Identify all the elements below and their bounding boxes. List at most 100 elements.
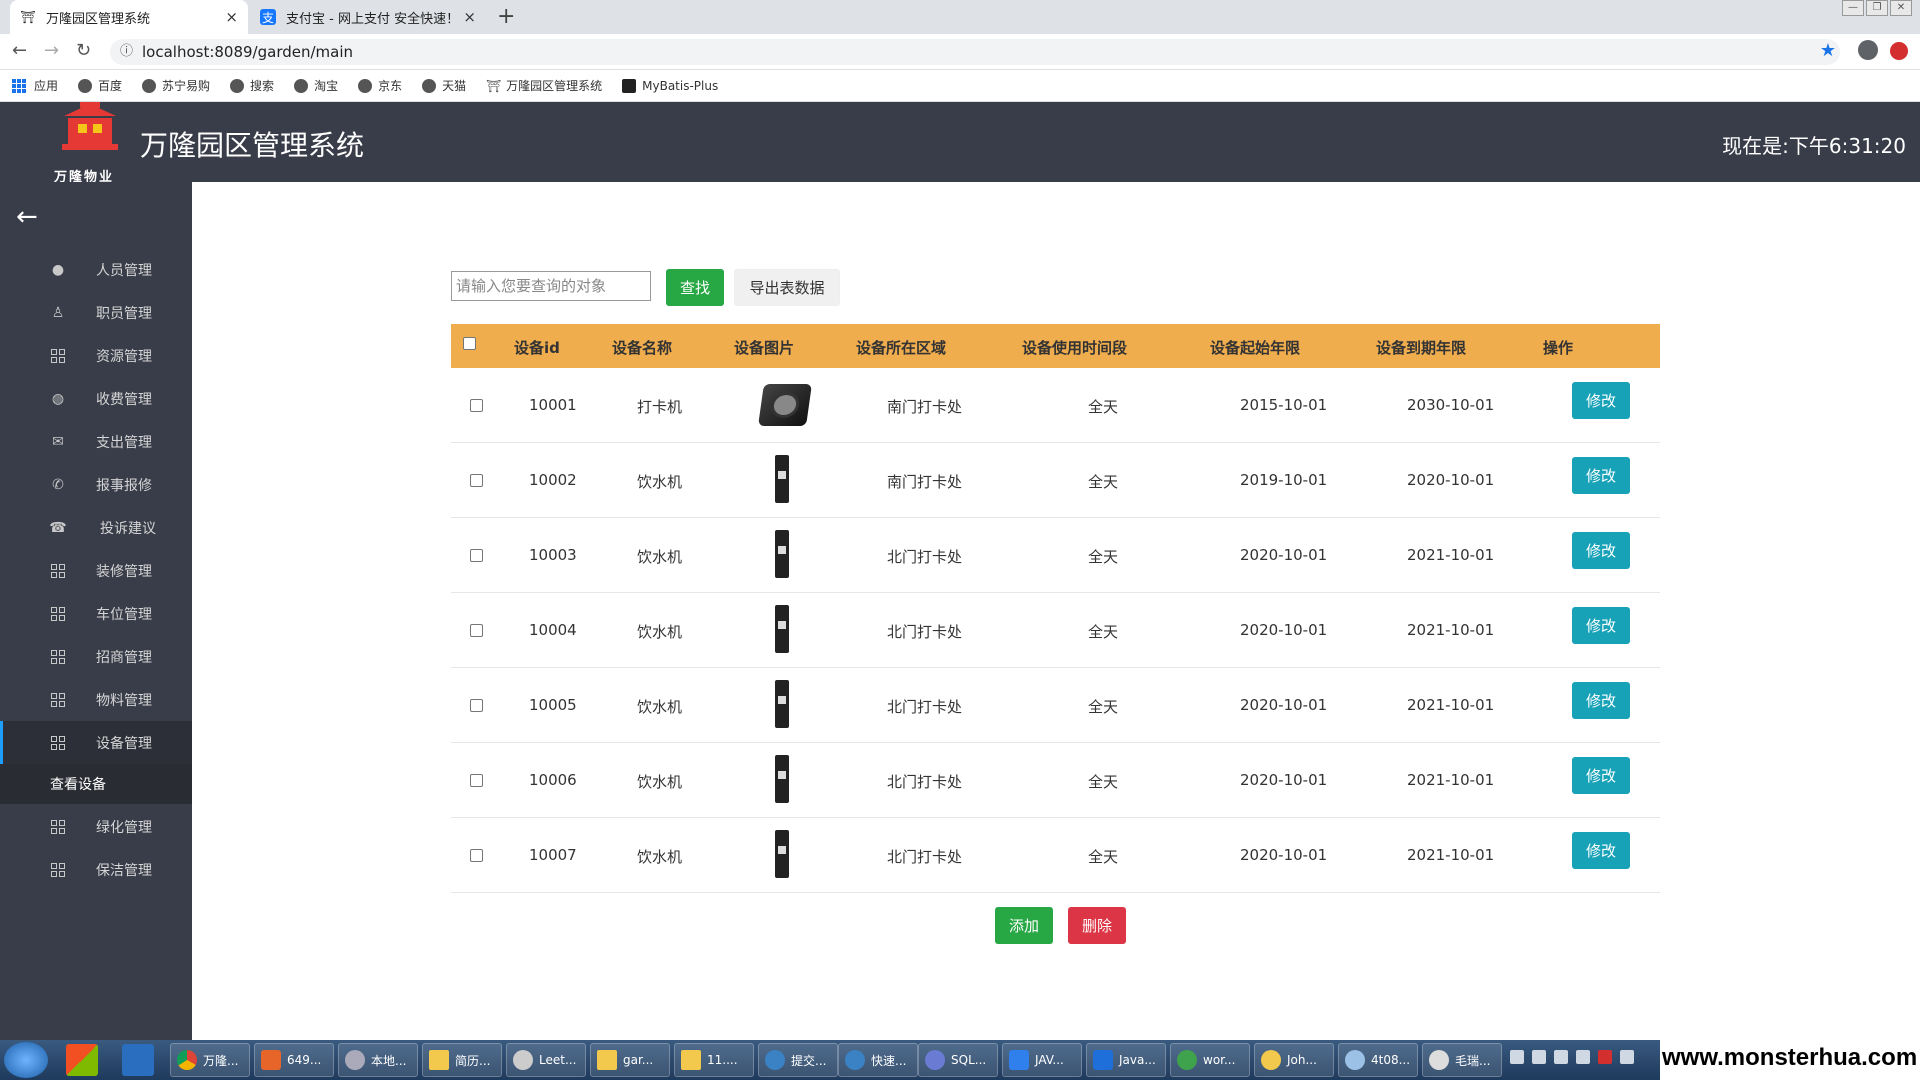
task-label: 649... <box>287 1053 322 1067</box>
taskbar-task[interactable]: 4t08... <box>1338 1043 1418 1077</box>
row-checkbox[interactable] <box>470 474 483 487</box>
row-checkbox[interactable] <box>470 549 483 562</box>
bookmark-search[interactable]: 搜索 <box>230 77 274 94</box>
tray-icon[interactable] <box>1620 1050 1634 1064</box>
close-tab-icon[interactable]: × <box>225 8 238 26</box>
sidebar-item-decoration[interactable]: 装修管理 <box>0 549 192 592</box>
edit-button[interactable]: 修改 <box>1572 682 1630 719</box>
taskbar-task[interactable]: 毛瑞... <box>1422 1043 1502 1077</box>
account-icon[interactable] <box>1858 40 1878 60</box>
tray-icon[interactable] <box>1576 1050 1590 1064</box>
search-button[interactable]: 查找 <box>666 269 724 306</box>
device-start: 2019-10-01 <box>1240 471 1328 489</box>
info-icon[interactable]: ⓘ <box>120 39 133 65</box>
minimize-icon[interactable]: — <box>1842 0 1864 16</box>
sidebar-item-expenses[interactable]: ✉ 支出管理 <box>0 420 192 463</box>
office-icon[interactable] <box>66 1044 98 1076</box>
sidebar-item-repairs[interactable]: ✆ 报事报修 <box>0 463 192 506</box>
edit-button[interactable]: 修改 <box>1572 832 1630 869</box>
grid-icon <box>50 563 66 579</box>
bookmark-garden[interactable]: ⛩ 万隆园区管理系统 <box>486 77 602 94</box>
taskbar-task[interactable]: gar... <box>590 1043 670 1077</box>
close-window-icon[interactable]: ✕ <box>1890 0 1912 16</box>
tray-icon[interactable] <box>1598 1050 1612 1064</box>
sidebar-item-investment[interactable]: 招商管理 <box>0 635 192 678</box>
tab-alipay[interactable]: 支 支付宝 - 网上支付 安全快速！ × <box>250 0 486 34</box>
tab-garden-system[interactable]: ⛩ 万隆园区管理系统 × <box>10 0 248 34</box>
sidebar-item-fees[interactable]: ◍ 收费管理 <box>0 377 192 420</box>
export-button[interactable]: 导出表数据 <box>734 269 840 306</box>
extension-icon[interactable] <box>1890 42 1908 60</box>
sidebar-item-label: 支出管理 <box>96 434 152 451</box>
sidebar-item-personnel[interactable]: ● 人员管理 <box>0 248 192 291</box>
add-button[interactable]: 添加 <box>995 907 1053 944</box>
ie-icon[interactable] <box>122 1044 154 1076</box>
taskbar-task[interactable]: 快速... <box>838 1043 918 1077</box>
row-checkbox[interactable] <box>470 624 483 637</box>
taskbar-task[interactable]: 本地... <box>338 1043 418 1077</box>
row-checkbox[interactable] <box>470 699 483 712</box>
garden-favicon-icon: ⛩ <box>486 78 502 93</box>
edit-button[interactable]: 修改 <box>1572 457 1630 494</box>
bookmark-mybatis[interactable]: MyBatis-Plus <box>622 78 718 93</box>
sidebar-item-parking[interactable]: 车位管理 <box>0 592 192 635</box>
sidebar-item-resources[interactable]: 资源管理 <box>0 334 192 377</box>
sidebar-item-label: 收费管理 <box>96 391 152 408</box>
tray-icon[interactable] <box>1510 1050 1524 1064</box>
taskbar-task[interactable]: 简历... <box>422 1043 502 1077</box>
taskbar-task[interactable]: Joh... <box>1254 1043 1334 1077</box>
row-checkbox[interactable] <box>470 849 483 862</box>
bookmark-suning[interactable]: 苏宁易购 <box>142 77 210 94</box>
bookmark-apps[interactable]: 应用 <box>12 77 58 94</box>
row-checkbox[interactable] <box>470 774 483 787</box>
delete-button[interactable]: 删除 <box>1068 907 1126 944</box>
bookmark-jd[interactable]: 京东 <box>358 77 402 94</box>
bookmark-tmall[interactable]: 天猫 <box>422 77 466 94</box>
taskbar-task[interactable]: Leet... <box>506 1043 586 1077</box>
restore-icon[interactable]: ❐ <box>1866 0 1888 16</box>
taskbar-task[interactable]: 提交... <box>758 1043 838 1077</box>
bookmark-label: 搜索 <box>250 79 275 93</box>
bookmark-baidu[interactable]: 百度 <box>78 77 122 94</box>
new-tab-icon[interactable]: + <box>497 4 515 29</box>
taskbar-task[interactable]: JAV... <box>1002 1043 1082 1077</box>
sidebar-item-materials[interactable]: 物料管理 <box>0 678 192 721</box>
sidebar-item-staff[interactable]: ♙ 职员管理 <box>0 291 192 334</box>
start-button-icon[interactable] <box>4 1042 48 1078</box>
back-arrow-icon[interactable]: ← <box>16 202 38 232</box>
sidebar-item-greening[interactable]: 绿化管理 <box>0 805 192 848</box>
sidebar-item-complaints[interactable]: ☎ 投诉建议 <box>0 506 192 549</box>
sidebar-item-label: 招商管理 <box>96 649 152 666</box>
edit-button[interactable]: 修改 <box>1572 532 1630 569</box>
pdf-icon <box>261 1050 281 1070</box>
bookmark-star-icon[interactable]: ★ <box>1820 40 1836 61</box>
back-icon[interactable]: ← <box>12 40 27 61</box>
taskbar-task[interactable]: 649... <box>254 1043 334 1077</box>
edit-button[interactable]: 修改 <box>1572 382 1630 419</box>
taskbar-task[interactable]: 万隆... <box>170 1043 250 1077</box>
edit-button[interactable]: 修改 <box>1572 607 1630 644</box>
search-input[interactable] <box>451 271 651 301</box>
bookmark-taobao[interactable]: 淘宝 <box>294 77 338 94</box>
taskbar-task[interactable]: SQL... <box>918 1043 998 1077</box>
taskbar-task[interactable]: wor... <box>1170 1043 1250 1077</box>
staff-icon: ♙ <box>51 304 65 321</box>
select-all-checkbox[interactable] <box>463 337 476 350</box>
sidebar-item-cleaning[interactable]: 保洁管理 <box>0 848 192 891</box>
taskbar-task[interactable]: 11.... <box>674 1043 754 1077</box>
forward-icon[interactable]: → <box>44 40 59 61</box>
device-period: 全天 <box>1088 848 1119 866</box>
close-tab-icon[interactable]: × <box>463 8 476 26</box>
sidebar-item-equipment[interactable]: 设备管理 <box>0 721 192 764</box>
edit-button[interactable]: 修改 <box>1572 757 1630 794</box>
url-field[interactable]: ⓘ localhost:8089/garden/main <box>110 39 1840 65</box>
mybatis-icon <box>622 78 637 93</box>
row-checkbox[interactable] <box>470 399 483 412</box>
task-label: 4t08... <box>1371 1053 1411 1067</box>
water-dispenser-image <box>775 605 789 653</box>
tray-icon[interactable] <box>1554 1050 1568 1064</box>
taskbar-task[interactable]: Java... <box>1086 1043 1166 1077</box>
tray-icon[interactable] <box>1532 1050 1546 1064</box>
reload-icon[interactable]: ↻ <box>76 40 91 61</box>
sidebar-subitem-view-equipment[interactable]: 查看设备 <box>0 764 192 804</box>
